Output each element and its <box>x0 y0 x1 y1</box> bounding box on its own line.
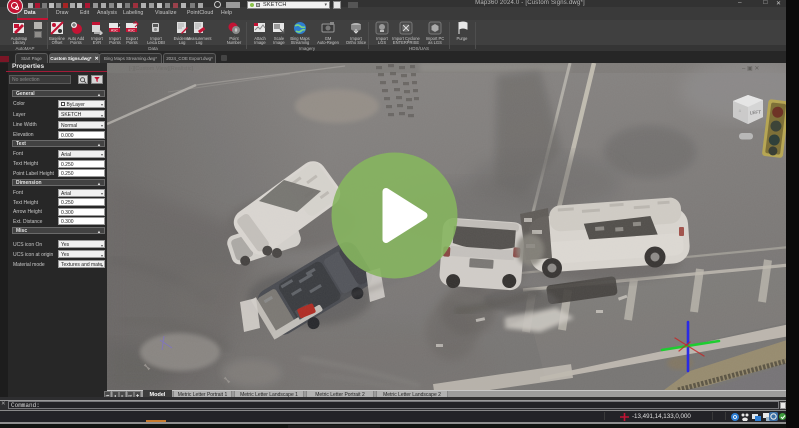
svg-text:ASC: ASC <box>111 29 119 33</box>
svg-text:⌂: ⌂ <box>739 108 742 113</box>
svg-text:– ▣ ✕: – ▣ ✕ <box>742 66 759 72</box>
svg-text:[-][Custom View][Realistic]: [-][Custom View][Realistic] <box>129 66 194 72</box>
svg-text:LEFT: LEFT <box>750 110 762 116</box>
svg-text:ASC: ASC <box>128 29 136 33</box>
svg-text:#: # <box>235 28 238 34</box>
